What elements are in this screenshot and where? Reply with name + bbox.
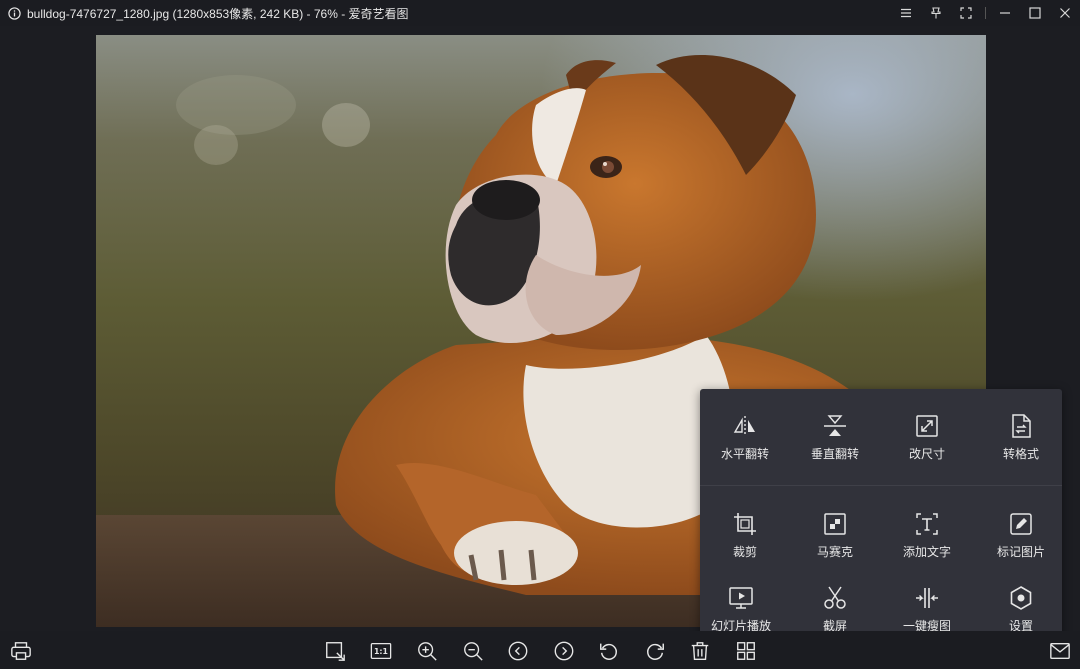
next-icon	[554, 641, 574, 661]
minimize-icon	[1000, 12, 1010, 14]
controls-divider	[985, 7, 986, 19]
mail-icon	[1050, 642, 1070, 660]
flip-horizontal-icon	[733, 416, 755, 436]
tool-label: 马赛克	[816, 545, 853, 559]
image-viewer[interactable]: 水平翻转 垂直翻转 改尺寸 转格式 裁剪 马赛克 添加文字 标记图片 幻灯片播放…	[0, 26, 1080, 653]
slideshow-icon	[729, 587, 753, 609]
pin-button[interactable]	[921, 0, 951, 26]
grid-icon	[737, 642, 755, 660]
print-icon	[11, 642, 31, 660]
tool-mark-image[interactable]: 标记图片	[976, 511, 1066, 575]
window-controls	[891, 0, 1080, 26]
resize-icon	[916, 415, 938, 437]
title-bar: bulldog-7476727_1280.jpg (1280x853像素, 24…	[0, 0, 1080, 26]
actual-size-label: 1:1	[374, 647, 388, 656]
info-icon[interactable]	[8, 6, 21, 20]
add-text-icon	[916, 513, 938, 535]
tools-divider	[700, 485, 1062, 486]
close-button[interactable]	[1050, 0, 1080, 26]
fullscreen-icon	[960, 7, 972, 19]
compress-icon	[916, 588, 938, 608]
crop-icon	[734, 513, 756, 535]
tools-panel: 水平翻转 垂直翻转 改尺寸 转格式 裁剪 马赛克 添加文字 标记图片 幻灯片播放…	[700, 389, 1062, 653]
previous-icon	[508, 641, 528, 661]
convert-format-icon	[1012, 414, 1031, 438]
tool-flip-horizontal[interactable]: 水平翻转	[700, 413, 790, 477]
mail-button[interactable]	[1048, 639, 1072, 663]
rotate-right-button[interactable]	[643, 639, 667, 663]
previous-button[interactable]	[506, 639, 530, 663]
zoom-out-button[interactable]	[461, 639, 485, 663]
maximize-icon	[1029, 7, 1041, 19]
next-button[interactable]	[552, 639, 576, 663]
bottom-toolbar: 1:1	[0, 631, 1080, 669]
window-title: bulldog-7476727_1280.jpg (1280x853像素, 24…	[27, 6, 409, 21]
tool-convert-format[interactable]: 转格式	[976, 413, 1066, 477]
tool-label: 改尺寸	[908, 447, 945, 461]
scissors-icon	[824, 586, 846, 609]
tool-crop[interactable]: 裁剪	[700, 511, 790, 575]
pin-icon	[931, 7, 941, 19]
tool-mosaic[interactable]: 马赛克	[790, 511, 880, 575]
fit-window-button[interactable]	[323, 639, 347, 663]
maximize-button[interactable]	[1020, 0, 1050, 26]
rotate-left-icon	[600, 643, 617, 660]
fit-window-icon	[326, 642, 345, 661]
mosaic-icon	[824, 513, 846, 535]
tool-resize[interactable]: 改尺寸	[882, 413, 972, 477]
rotate-right-icon	[647, 643, 664, 660]
tool-label: 转格式	[1002, 447, 1039, 461]
minimize-button[interactable]	[990, 0, 1020, 26]
print-button[interactable]	[9, 639, 33, 663]
actual-size-icon: 1:1	[370, 643, 392, 659]
zoom-in-button[interactable]	[415, 639, 439, 663]
tool-flip-vertical[interactable]: 垂直翻转	[790, 413, 880, 477]
tool-label: 添加文字	[902, 545, 951, 559]
menu-button[interactable]	[891, 0, 921, 26]
zoom-out-icon	[464, 642, 483, 661]
tool-add-text[interactable]: 添加文字	[882, 511, 972, 575]
tool-label: 标记图片	[996, 545, 1045, 559]
flip-vertical-icon	[824, 415, 846, 436]
fullscreen-button[interactable]	[951, 0, 981, 26]
grid-view-button[interactable]	[734, 639, 758, 663]
close-icon	[1060, 8, 1070, 18]
settings-icon	[1010, 586, 1032, 610]
delete-icon	[691, 642, 709, 660]
rotate-left-button[interactable]	[597, 639, 621, 663]
actual-size-button[interactable]: 1:1	[369, 639, 393, 663]
tool-label: 垂直翻转	[810, 447, 859, 461]
delete-button[interactable]	[688, 639, 712, 663]
zoom-in-icon	[418, 642, 437, 661]
menu-icon	[901, 8, 911, 18]
mark-icon	[1010, 513, 1032, 535]
tool-label: 水平翻转	[720, 447, 769, 461]
tool-label: 裁剪	[732, 545, 757, 559]
